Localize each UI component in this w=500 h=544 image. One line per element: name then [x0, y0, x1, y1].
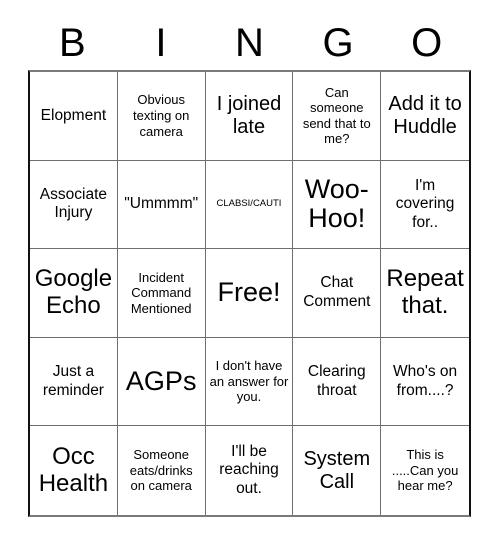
bingo-cell-label: Google Echo: [34, 265, 113, 319]
bingo-cell-r3-c1[interactable]: Google Echo: [30, 249, 118, 338]
bingo-header-letter-g: G: [322, 21, 354, 65]
bingo-cell-r1-c5[interactable]: Add it to Huddle: [381, 72, 469, 161]
bingo-cell-label: "Ummmm": [124, 195, 199, 213]
bingo-cell-r2-c4[interactable]: Woo-Hoo!: [293, 160, 382, 250]
bingo-grid: Elopment Obvious texting on camera I joine…: [28, 70, 471, 517]
bingo-cell-r5-c4[interactable]: System Call: [293, 426, 382, 515]
bingo-cell-r1-c3[interactable]: I joined late: [205, 72, 294, 161]
bingo-cell-label: I don't have an answer for you.: [209, 358, 289, 405]
bingo-cell-label: System Call: [303, 447, 371, 493]
bingo-cell-label: Clearing throat: [307, 363, 366, 399]
bingo-cell-r4-c5[interactable]: Who's on from....?: [381, 337, 469, 427]
bingo-cell-label: Just a reminder: [42, 363, 104, 399]
bingo-cell-r1-c4[interactable]: Can someone send that to me?: [293, 72, 382, 161]
bingo-cell-label: Add it to Huddle: [388, 92, 462, 138]
bingo-cell-label: Elopment: [40, 106, 107, 124]
bingo-cell-r2-c5[interactable]: I'm covering for..: [381, 160, 469, 250]
bingo-cell-r1-c2[interactable]: Obvious texting on camera: [117, 72, 206, 161]
bingo-cell-r5-c5[interactable]: This is .....Can you hear me?: [381, 426, 469, 515]
bingo-cell-r4-c4[interactable]: Clearing throat: [293, 337, 382, 427]
bingo-cell-label: Chat Comment: [303, 274, 371, 310]
bingo-cell-label: Repeat that.: [386, 265, 464, 319]
bingo-cell-label: I'll be reaching out.: [219, 442, 279, 497]
bingo-cell-label: Incident Command Mentioned: [130, 269, 192, 316]
bingo-cell-r4-c1[interactable]: Just a reminder: [30, 337, 118, 427]
bingo-cell-r2-c1[interactable]: Associate Injury: [30, 160, 118, 250]
bingo-cell-label: Obvious texting on camera: [133, 92, 190, 139]
bingo-cell-r3-c2[interactable]: Incident Command Mentioned: [117, 249, 206, 338]
bingo-cell-label: Can someone send that to me?: [302, 84, 371, 147]
bingo-cell-label: CLABSI/CAUTI: [216, 197, 282, 209]
bingo-cell-r1-c1[interactable]: Elopment: [30, 72, 118, 161]
bingo-cell-r3-c4[interactable]: Chat Comment: [293, 249, 382, 338]
bingo-cell-r3-c3[interactable]: Free!: [205, 249, 294, 338]
bingo-cell-label: Someone eats/drinks on camera: [129, 447, 193, 494]
bingo-cell-r5-c3[interactable]: I'll be reaching out.: [205, 426, 294, 515]
bingo-cell-label: AGPs: [125, 365, 197, 396]
bingo-cell-r2-c3[interactable]: CLABSI/CAUTI: [205, 160, 294, 250]
bingo-cell-r4-c2[interactable]: AGPs: [117, 337, 206, 427]
bingo-header-row: B I N G O: [28, 18, 471, 68]
bingo-cell-label: Free!: [217, 277, 281, 308]
bingo-header-letter-n: N: [235, 21, 264, 65]
bingo-cell-label: I joined late: [216, 92, 282, 138]
bingo-cell-r4-c3[interactable]: I don't have an answer for you.: [205, 337, 294, 427]
bingo-cell-r5-c2[interactable]: Someone eats/drinks on camera: [117, 426, 206, 515]
bingo-cell-r2-c2[interactable]: "Ummmm": [117, 160, 206, 250]
bingo-header-letter-b: B: [58, 21, 86, 65]
bingo-cell-label: Who's on from....?: [393, 363, 458, 399]
bingo-cell-r3-c5[interactable]: Repeat that.: [381, 249, 469, 338]
bingo-cell-label: This is .....Can you hear me?: [391, 447, 459, 494]
bingo-card: B I N G O Elopment Obvious texting on cam…: [0, 0, 500, 544]
bingo-cell-label: Occ Health: [38, 442, 109, 497]
bingo-cell-label: I'm covering for..: [395, 176, 455, 231]
bingo-cell-label: Associate Injury: [39, 185, 107, 222]
bingo-cell-r5-c1[interactable]: Occ Health: [30, 426, 118, 515]
bingo-header-letter-i: I: [155, 21, 167, 65]
bingo-cell-label: Woo-Hoo!: [304, 173, 369, 234]
bingo-header-letter-o: O: [411, 21, 443, 65]
